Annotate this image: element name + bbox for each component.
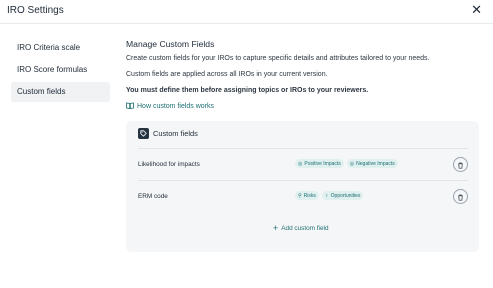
book-icon [126,102,134,111]
pin-icon: ⚲ [298,192,302,199]
chip-label: Opportunities [330,192,361,199]
field-label: ERM code [138,193,168,200]
delete-field-button[interactable] [453,189,468,204]
lightbulb-icon: ♀ [324,192,329,199]
field-row-erm-code[interactable]: ERM code ⚲ Risks ♀ Opportunities [138,180,468,213]
settings-sidebar: IRO Criteria scale IRO Score formulas Cu… [11,38,110,104]
dialog-title: IRO Settings [7,5,64,16]
help-link-label: How custom fields works [137,103,215,110]
sidebar-item-custom-fields[interactable]: Custom fields [11,82,110,102]
dialog-header: IRO Settings ✕ [0,0,493,24]
target-icon: ◎ [349,160,355,167]
sidebar-item-score-formulas[interactable]: IRO Score formulas [11,60,110,80]
warning-text: You must define them before assigning to… [126,87,369,94]
plus-icon: + [273,223,279,233]
target-icon: ◎ [298,160,303,167]
page-title: Manage Custom Fields [126,39,215,49]
field-label: Likelihood for impacts [138,161,200,168]
tag-icon [138,128,149,139]
chip-positive-impacts: ◎ Positive Impacts [295,159,344,168]
field-chips: ⚲ Risks ♀ Opportunities [295,191,364,200]
add-custom-field-label: Add custom field [281,224,329,232]
close-icon[interactable]: ✕ [471,3,482,16]
chip-label: Negative Impacts [356,160,395,167]
add-custom-field-button[interactable]: + Add custom field [273,223,329,233]
field-chips: ◎ Positive Impacts ◎ Negative Impacts [295,159,398,168]
trash-icon [457,188,464,206]
chip-label: Risks [303,192,316,199]
chip-risks: ⚲ Risks [295,191,319,200]
chip-label: Positive Impacts [304,160,341,167]
trash-icon [457,156,464,174]
delete-field-button[interactable] [453,157,468,172]
card-title: Custom fields [153,129,198,138]
description-text: Create custom fields for your IROs to ca… [126,55,430,62]
main-panel: Manage Custom Fields Create custom field… [126,39,486,111]
card-header: Custom fields [138,128,198,139]
sidebar-item-criteria-scale[interactable]: IRO Criteria scale [11,38,110,58]
custom-fields-card: Custom fields Likelihood for impacts ◎ P… [126,121,479,252]
chip-negative-impacts: ◎ Negative Impacts [346,159,398,168]
field-row-likelihood[interactable]: Likelihood for impacts ◎ Positive Impact… [138,148,468,181]
chip-opportunities: ♀ Opportunities [321,191,364,200]
scope-note-text: Custom fields are applied across all IRO… [126,71,328,78]
help-link[interactable]: How custom fields works [126,102,486,111]
